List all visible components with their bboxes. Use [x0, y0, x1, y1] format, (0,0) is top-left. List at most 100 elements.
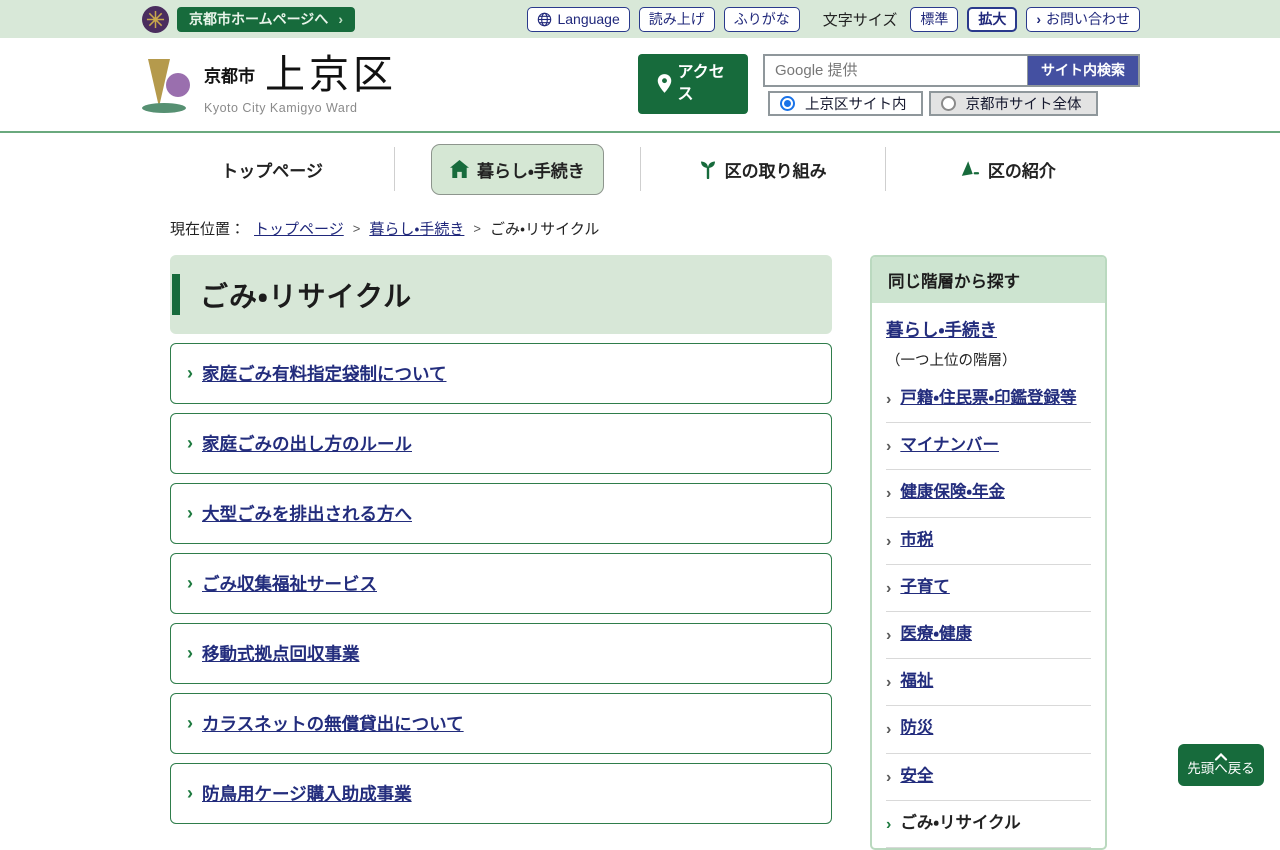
sidebar-link-city-tax[interactable]: 市税 — [900, 529, 933, 553]
sidebar-link-my-number[interactable]: マイナンバー — [900, 434, 999, 458]
site-header: 京都市 上京区 Kyoto City Kamigyo Ward アクセス サイト… — [0, 38, 1280, 133]
city-name: 京都市 — [204, 62, 255, 87]
language-label: Language — [557, 11, 619, 27]
back-to-top-button[interactable]: 先頭へ戻る — [1178, 744, 1264, 786]
font-size-standard-label: 標準 — [920, 9, 948, 29]
chevron-right-icon — [338, 11, 343, 27]
search-scope-ward-option[interactable]: 上京区サイト内 — [768, 91, 923, 116]
access-button[interactable]: アクセス — [638, 54, 748, 114]
chevron-right-icon — [886, 482, 891, 505]
sidebar-current-label: ごみ・リサイクル — [900, 812, 1020, 836]
chevron-right-icon — [886, 530, 891, 553]
page-title-box: ごみ・リサイクル — [170, 255, 832, 334]
chevron-right-icon — [886, 624, 891, 647]
nav-item-living-procedures[interactable]: 暮らし・手続き — [431, 144, 604, 195]
furigana-button[interactable]: ふりがな — [724, 7, 800, 32]
breadcrumb-prefix: 現在位置： — [170, 218, 245, 239]
sidebar-item-city-tax: 市税 — [886, 518, 1091, 565]
sidebar-item-medical-health: 医療・健康 — [886, 612, 1091, 659]
list-item: 防鳥用ケージ購入助成事業 — [170, 763, 832, 824]
list-item: 家庭ごみの出し方のルール — [170, 413, 832, 474]
link-designated-bag-system[interactable]: 家庭ごみ有料指定袋制について — [202, 361, 446, 386]
breadcrumb-link-living[interactable]: 暮らし・手続き — [369, 218, 464, 239]
sidebar-link-disaster-prevention[interactable]: 防災 — [900, 717, 933, 741]
link-household-garbage-rules[interactable]: 家庭ごみの出し方のルール — [202, 431, 412, 456]
language-button[interactable]: Language — [527, 7, 629, 32]
kyoto-city-emblem-icon — [142, 6, 169, 33]
nav-item-top-page[interactable]: トップページ — [202, 144, 342, 195]
chevron-right-icon — [886, 388, 891, 411]
sidebar-item-health-insurance: 健康保険・年金 — [886, 470, 1091, 517]
chevron-right-icon — [187, 433, 193, 454]
breadcrumb-separator: > — [473, 221, 481, 236]
site-logo[interactable]: 京都市 上京区 Kyoto City Kamigyo Ward — [142, 55, 397, 115]
search-scope-city-option[interactable]: 京都市サイト全体 — [929, 91, 1098, 116]
sidebar-link-welfare[interactable]: 福祉 — [900, 670, 933, 694]
chevron-right-icon — [187, 503, 193, 524]
ward-logo-icon — [142, 57, 192, 115]
sidebar-link-childcare[interactable]: 子育て — [900, 576, 950, 600]
search-scope-city-label: 京都市サイト全体 — [966, 93, 1082, 114]
contact-button[interactable]: お問い合わせ — [1026, 7, 1140, 32]
read-aloud-button[interactable]: 読み上げ — [639, 7, 715, 32]
sidebar-item-welfare: 福祉 — [886, 659, 1091, 706]
nav-item-ward-introduction[interactable]: 区の紹介 — [941, 144, 1075, 195]
chevron-right-icon — [886, 813, 891, 836]
back-to-top-label: 先頭へ戻る — [1187, 761, 1255, 777]
chevron-right-icon — [187, 573, 193, 594]
kyoto-city-homepage-button[interactable]: 京都市ホームページへ — [177, 7, 355, 32]
chevron-right-icon — [886, 435, 891, 458]
sidebar-item-safety: 安全 — [886, 754, 1091, 801]
sidebar-parent-link[interactable]: 暮らし・手続き — [886, 320, 997, 340]
sidebar-link-health-insurance[interactable]: 健康保険・年金 — [900, 481, 1005, 505]
sidebar-item-my-number: マイナンバー — [886, 423, 1091, 470]
ward-name: 上京区 — [265, 55, 397, 95]
read-aloud-label: 読み上げ — [649, 9, 705, 29]
sidebar-same-level: 同じ階層から探す 暮らし・手続き （一つ上位の階層） 戸籍・住民票・印鑑登録等 … — [870, 255, 1107, 850]
site-search: サイト内検索 上京区サイト内 京都市サイト全体 — [763, 54, 1140, 116]
list-item: 大型ごみを排出される方へ — [170, 483, 832, 544]
chevron-right-icon — [187, 783, 193, 804]
list-item: ごみ収集福祉サービス — [170, 553, 832, 614]
ward-name-english: Kyoto City Kamigyo Ward — [204, 101, 397, 115]
page-title: ごみ・リサイクル — [200, 275, 412, 315]
search-submit-button[interactable]: サイト内検索 — [1027, 54, 1140, 87]
breadcrumb-current: ごみ・リサイクル — [490, 218, 599, 239]
nav-ward-initiatives-label: 区の取り組み — [725, 157, 827, 182]
chevron-right-icon — [886, 577, 891, 600]
globe-icon — [537, 12, 552, 27]
breadcrumb-separator: > — [353, 221, 361, 236]
access-label: アクセス — [678, 62, 730, 105]
sidebar-item-family-register: 戸籍・住民票・印鑑登録等 — [886, 376, 1091, 423]
main-content: ごみ・リサイクル 家庭ごみ有料指定袋制について 家庭ごみの出し方のルール 大型ご… — [170, 255, 832, 824]
link-mobile-collection[interactable]: 移動式拠点回収事業 — [202, 641, 360, 666]
nav-item-ward-initiatives[interactable]: 区の取り組み — [680, 144, 846, 195]
link-large-garbage[interactable]: 大型ごみを排出される方へ — [202, 501, 412, 526]
list-item: 家庭ごみ有料指定袋制について — [170, 343, 832, 404]
chevron-up-icon — [1214, 753, 1228, 761]
chevron-right-icon — [1036, 11, 1041, 27]
nav-top-page-label: トップページ — [221, 157, 323, 182]
furigana-label: ふりがな — [734, 9, 790, 29]
sidebar-item-disaster-prevention: 防災 — [886, 706, 1091, 753]
utility-bar: 京都市ホームページへ Language 読み上げ ふりがな 文字サイズ 標準 拡… — [0, 0, 1280, 38]
link-crow-net-loan[interactable]: カラスネットの無償貸出について — [202, 711, 464, 736]
chevron-right-icon — [187, 713, 193, 734]
font-size-standard-button[interactable]: 標準 — [910, 7, 958, 32]
breadcrumb-link-top[interactable]: トップページ — [254, 218, 344, 239]
title-accent-bar — [172, 274, 180, 315]
sidebar-link-medical-health[interactable]: 医療・健康 — [900, 623, 972, 647]
sidebar-link-family-register[interactable]: 戸籍・住民票・印鑑登録等 — [900, 387, 1076, 411]
font-size-large-button[interactable]: 拡大 — [967, 7, 1017, 32]
sidebar-title: 同じ階層から探す — [872, 257, 1105, 303]
sidebar-parent-note: （一つ上位の階層） — [886, 349, 1091, 370]
link-bird-cage-subsidy[interactable]: 防鳥用ケージ購入助成事業 — [202, 781, 412, 806]
sidebar-item-childcare: 子育て — [886, 565, 1091, 612]
radio-selected-icon — [780, 96, 795, 111]
sidebar-link-safety[interactable]: 安全 — [900, 765, 933, 789]
font-size-large-label: 拡大 — [978, 9, 1006, 29]
link-garbage-welfare-service[interactable]: ごみ収集福祉サービス — [202, 571, 377, 596]
chevron-right-icon — [187, 643, 193, 664]
search-input[interactable] — [763, 54, 1027, 87]
radio-unselected-icon — [941, 96, 956, 111]
